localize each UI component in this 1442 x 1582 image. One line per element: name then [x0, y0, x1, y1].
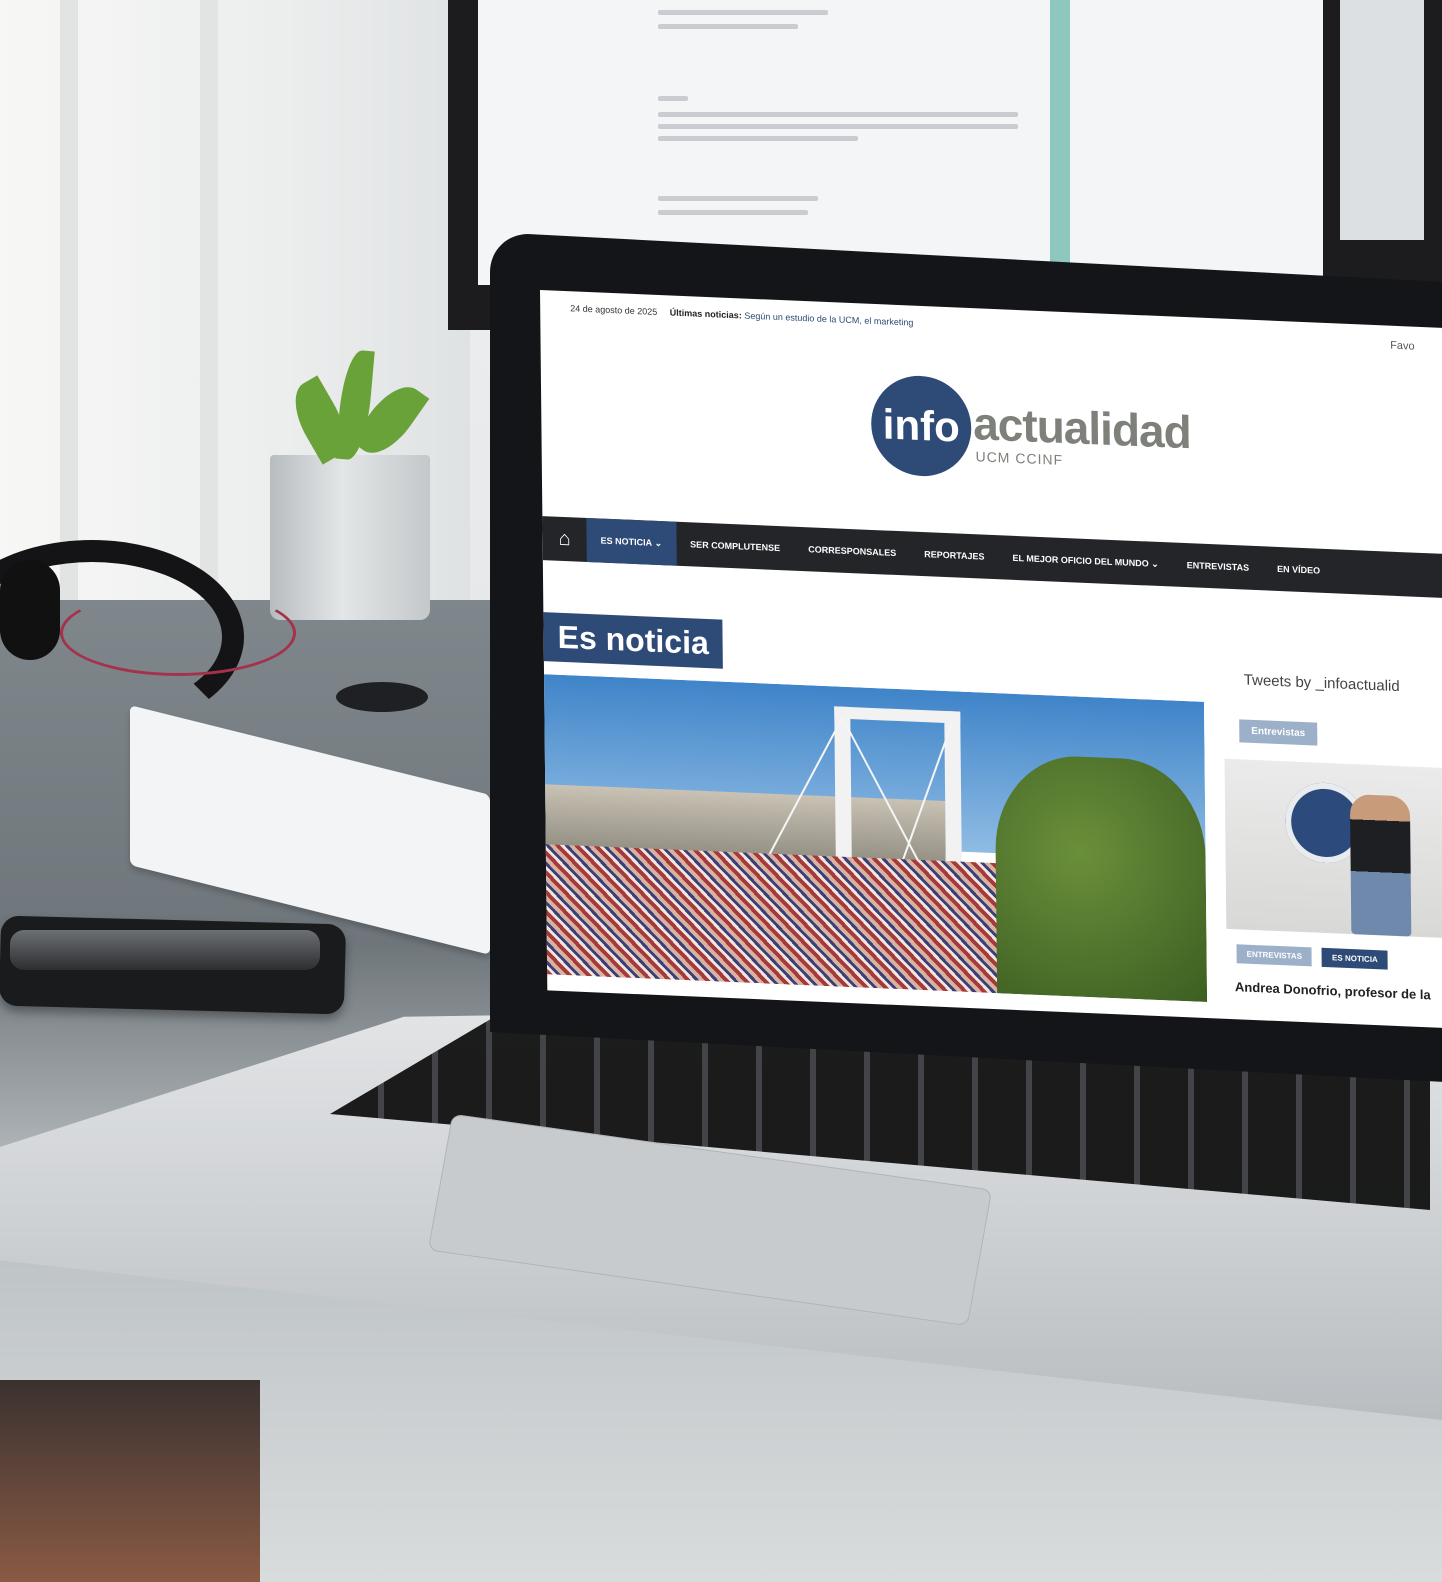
- ticker-link[interactable]: Según un estudio de la UCM, el marketing: [744, 311, 913, 328]
- nav-item-label: ENTREVISTAS: [1186, 560, 1250, 573]
- hero-crowd: [540, 843, 1048, 996]
- logo-badge[interactable]: info: [870, 373, 972, 479]
- nav-item-corresponsales[interactable]: CORRESPONSALES: [794, 527, 910, 576]
- monitor-text-line: [658, 24, 798, 29]
- hero-image[interactable]: [540, 673, 1208, 1003]
- nav-item-label: EN VÍDEO: [1277, 563, 1321, 576]
- current-date: 24 de agosto de 2025: [570, 303, 658, 317]
- person-figure: [1349, 793, 1412, 937]
- lens-cap: [336, 682, 428, 712]
- nav-item-en-video[interactable]: EN VÍDEO: [1263, 546, 1334, 593]
- nav-item-label: SER COMPLUTENSE: [690, 539, 781, 554]
- tweets-widget-title[interactable]: Tweets by _infoactualid: [1244, 672, 1400, 696]
- sidebar-badges: ENTREVISTAS ES NOTICIA: [1236, 944, 1388, 970]
- monitor-text-line: [658, 124, 1018, 129]
- chevron-down-icon: ⌄: [1148, 558, 1159, 569]
- plant-pot: [270, 455, 430, 620]
- window-frame: [200, 0, 218, 620]
- nav-item-ser-complutense[interactable]: SER COMPLUTENSE: [676, 522, 794, 571]
- nav-item-es-noticia[interactable]: ES NOTICIA ⌄: [586, 517, 677, 566]
- main-nav: ⌂ ES NOTICIA ⌄ SER COMPLUTENSE CORRESPON…: [542, 516, 1442, 598]
- nav-item-label: CORRESPONSALES: [808, 544, 897, 558]
- badge-entrevistas[interactable]: ENTREVISTAS: [1236, 944, 1313, 967]
- headphones-cup: [0, 560, 60, 660]
- monitor-text-line: [658, 96, 688, 101]
- home-icon[interactable]: ⌂: [542, 527, 586, 552]
- favorites-link[interactable]: Favo: [1390, 340, 1415, 353]
- smartphone-screen: [10, 930, 320, 970]
- nav-item-reportajes[interactable]: REPORTAJES: [910, 532, 999, 580]
- monitor-text-line: [658, 112, 1018, 117]
- monitor-text-line: [658, 210, 808, 215]
- nav-item-label: ES NOTICIA: [600, 535, 653, 548]
- monitor-text-line: [658, 196, 818, 201]
- monitor-text-line: [658, 10, 828, 15]
- sidebar-category-tag[interactable]: Entrevistas: [1239, 719, 1318, 746]
- nav-item-entrevistas[interactable]: ENTREVISTAS: [1173, 543, 1264, 591]
- monitor-side-panel: [1340, 0, 1424, 240]
- badge-es-noticia[interactable]: ES NOTICIA: [1321, 947, 1388, 970]
- laptop-screen: 24 de agosto de 2025 Últimas noticias: S…: [540, 290, 1442, 1029]
- section-title: Es noticia: [543, 612, 724, 669]
- window-frame: [60, 0, 78, 620]
- monitor-text-line: [658, 136, 858, 141]
- logo-subtitle: UCM CCINF: [975, 448, 1064, 468]
- hero-trees: [994, 753, 1208, 1003]
- headphones-cable: [60, 590, 296, 676]
- chevron-down-icon: ⌄: [652, 537, 663, 548]
- nav-item-el-mejor-oficio[interactable]: EL MEJOR OFICIO DEL MUNDO ⌄: [998, 535, 1173, 586]
- nav-item-label: REPORTAJES: [924, 549, 985, 562]
- ticker-label: Últimas noticias:: [669, 307, 742, 321]
- floor: [0, 1380, 260, 1582]
- nav-item-label: EL MEJOR OFICIO DEL MUNDO: [1012, 552, 1149, 569]
- sidebar-headline[interactable]: Andrea Donofrio, profesor de la: [1235, 979, 1431, 1002]
